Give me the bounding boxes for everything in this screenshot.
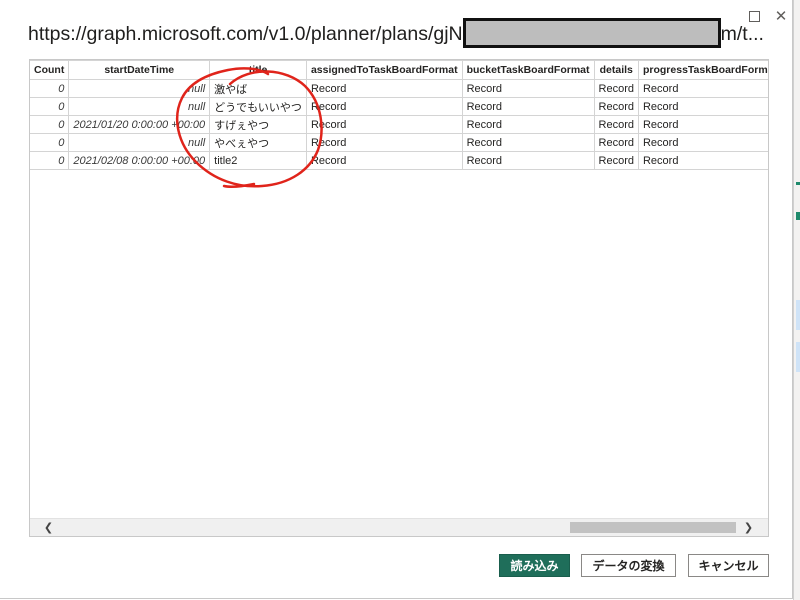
- column-header-count[interactable]: Count: [30, 60, 70, 80]
- cell-record[interactable]: Record: [593, 115, 639, 134]
- column-header-progresstaskboardformat[interactable]: progressTaskBoardFormat: [637, 60, 768, 80]
- table-row[interactable]: 0 2021/02/08 0:00:00 +00:00 title2 Recor…: [30, 151, 768, 170]
- cell-count: 0: [30, 79, 70, 98]
- cell-record[interactable]: Record: [637, 133, 768, 152]
- cell-record[interactable]: Record: [305, 151, 463, 170]
- cell-record[interactable]: Record: [593, 133, 639, 152]
- cell-record[interactable]: Record: [305, 133, 463, 152]
- chevron-left-icon: ❮: [43, 521, 54, 534]
- cell-title: title2: [209, 151, 307, 170]
- cell-record[interactable]: Record: [461, 151, 595, 170]
- cell-record[interactable]: Record: [637, 97, 768, 116]
- cell-count: 0: [30, 97, 70, 116]
- cell-record[interactable]: Record: [461, 97, 595, 116]
- cell-startdatetime: null: [68, 133, 211, 152]
- background-accent-mark: [796, 182, 800, 185]
- load-button[interactable]: 読み込み: [499, 554, 570, 577]
- cell-count: 0: [30, 115, 70, 134]
- cell-record[interactable]: Record: [637, 115, 768, 134]
- column-header-title[interactable]: title: [209, 60, 307, 80]
- table-header-row: Count startDateTime title assignedToTask…: [30, 60, 768, 80]
- scroll-left-button[interactable]: ❮: [40, 519, 57, 536]
- column-header-buckettaskboardformat[interactable]: bucketTaskBoardFormat: [461, 60, 595, 80]
- url-title-prefix: https://graph.microsoft.com/v1.0/planner…: [28, 23, 463, 45]
- preview-table: Count startDateTime title assignedToTask…: [30, 60, 768, 170]
- redaction-box: [462, 18, 721, 48]
- cell-record[interactable]: Record: [593, 151, 639, 170]
- maximize-icon: [748, 10, 760, 22]
- cell-count: 0: [30, 151, 70, 170]
- close-button[interactable]: ✕: [771, 6, 791, 26]
- cell-title: どうでもいいやつ: [209, 97, 307, 116]
- cancel-button[interactable]: キャンセル: [688, 554, 769, 577]
- chevron-right-icon: ❯: [743, 521, 754, 534]
- scrollbar-thumb[interactable]: [570, 522, 736, 533]
- scroll-right-button[interactable]: ❯: [740, 519, 757, 536]
- background-accent-mark: [796, 212, 800, 220]
- data-preview-grid: Count startDateTime title assignedToTask…: [29, 59, 769, 537]
- url-title-suffix: m/t...: [720, 23, 764, 45]
- cell-record[interactable]: Record: [593, 79, 639, 98]
- cell-record[interactable]: Record: [637, 79, 768, 98]
- background-accent-mark: [796, 342, 800, 372]
- cell-count: 0: [30, 133, 70, 152]
- cell-record[interactable]: Record: [461, 115, 595, 134]
- cell-record[interactable]: Record: [305, 115, 463, 134]
- table-row[interactable]: 0 null やべぇやつ Record Record Record Record: [30, 133, 768, 152]
- cell-title: 激やば: [209, 79, 307, 98]
- table-row[interactable]: 0 2021/01/20 0:00:00 +00:00 すげぇやつ Record…: [30, 115, 768, 134]
- cell-record[interactable]: Record: [637, 151, 768, 170]
- column-header-startdatetime[interactable]: startDateTime: [68, 60, 211, 80]
- cell-record[interactable]: Record: [461, 79, 595, 98]
- close-icon: ✕: [774, 7, 788, 25]
- cell-title: やべぇやつ: [209, 133, 307, 152]
- cell-record[interactable]: Record: [593, 97, 639, 116]
- column-header-assignedtotaskboardformat[interactable]: assignedToTaskBoardFormat: [305, 60, 463, 80]
- cell-startdatetime: null: [68, 79, 211, 98]
- cell-record[interactable]: Record: [461, 133, 595, 152]
- cell-record[interactable]: Record: [305, 97, 463, 116]
- cell-startdatetime: 2021/01/20 0:00:00 +00:00: [68, 115, 211, 134]
- table-row[interactable]: 0 null 激やば Record Record Record Record: [30, 79, 768, 98]
- cell-title: すげぇやつ: [209, 115, 307, 134]
- cell-record[interactable]: Record: [305, 79, 463, 98]
- column-header-details[interactable]: details: [593, 60, 639, 80]
- table-row[interactable]: 0 null どうでもいいやつ Record Record Record Rec…: [30, 97, 768, 116]
- cell-startdatetime: 2021/02/08 0:00:00 +00:00: [68, 151, 211, 170]
- dialog-title: https://graph.microsoft.com/v1.0/planner…: [28, 18, 764, 48]
- horizontal-scrollbar[interactable]: ❮ ❯: [30, 518, 768, 536]
- transform-data-button[interactable]: データの変換: [581, 554, 676, 577]
- cell-startdatetime: null: [68, 97, 211, 116]
- background-accent-mark: [796, 300, 800, 330]
- navigator-dialog: ✕ https://graph.microsoft.com/v1.0/plann…: [0, 0, 793, 599]
